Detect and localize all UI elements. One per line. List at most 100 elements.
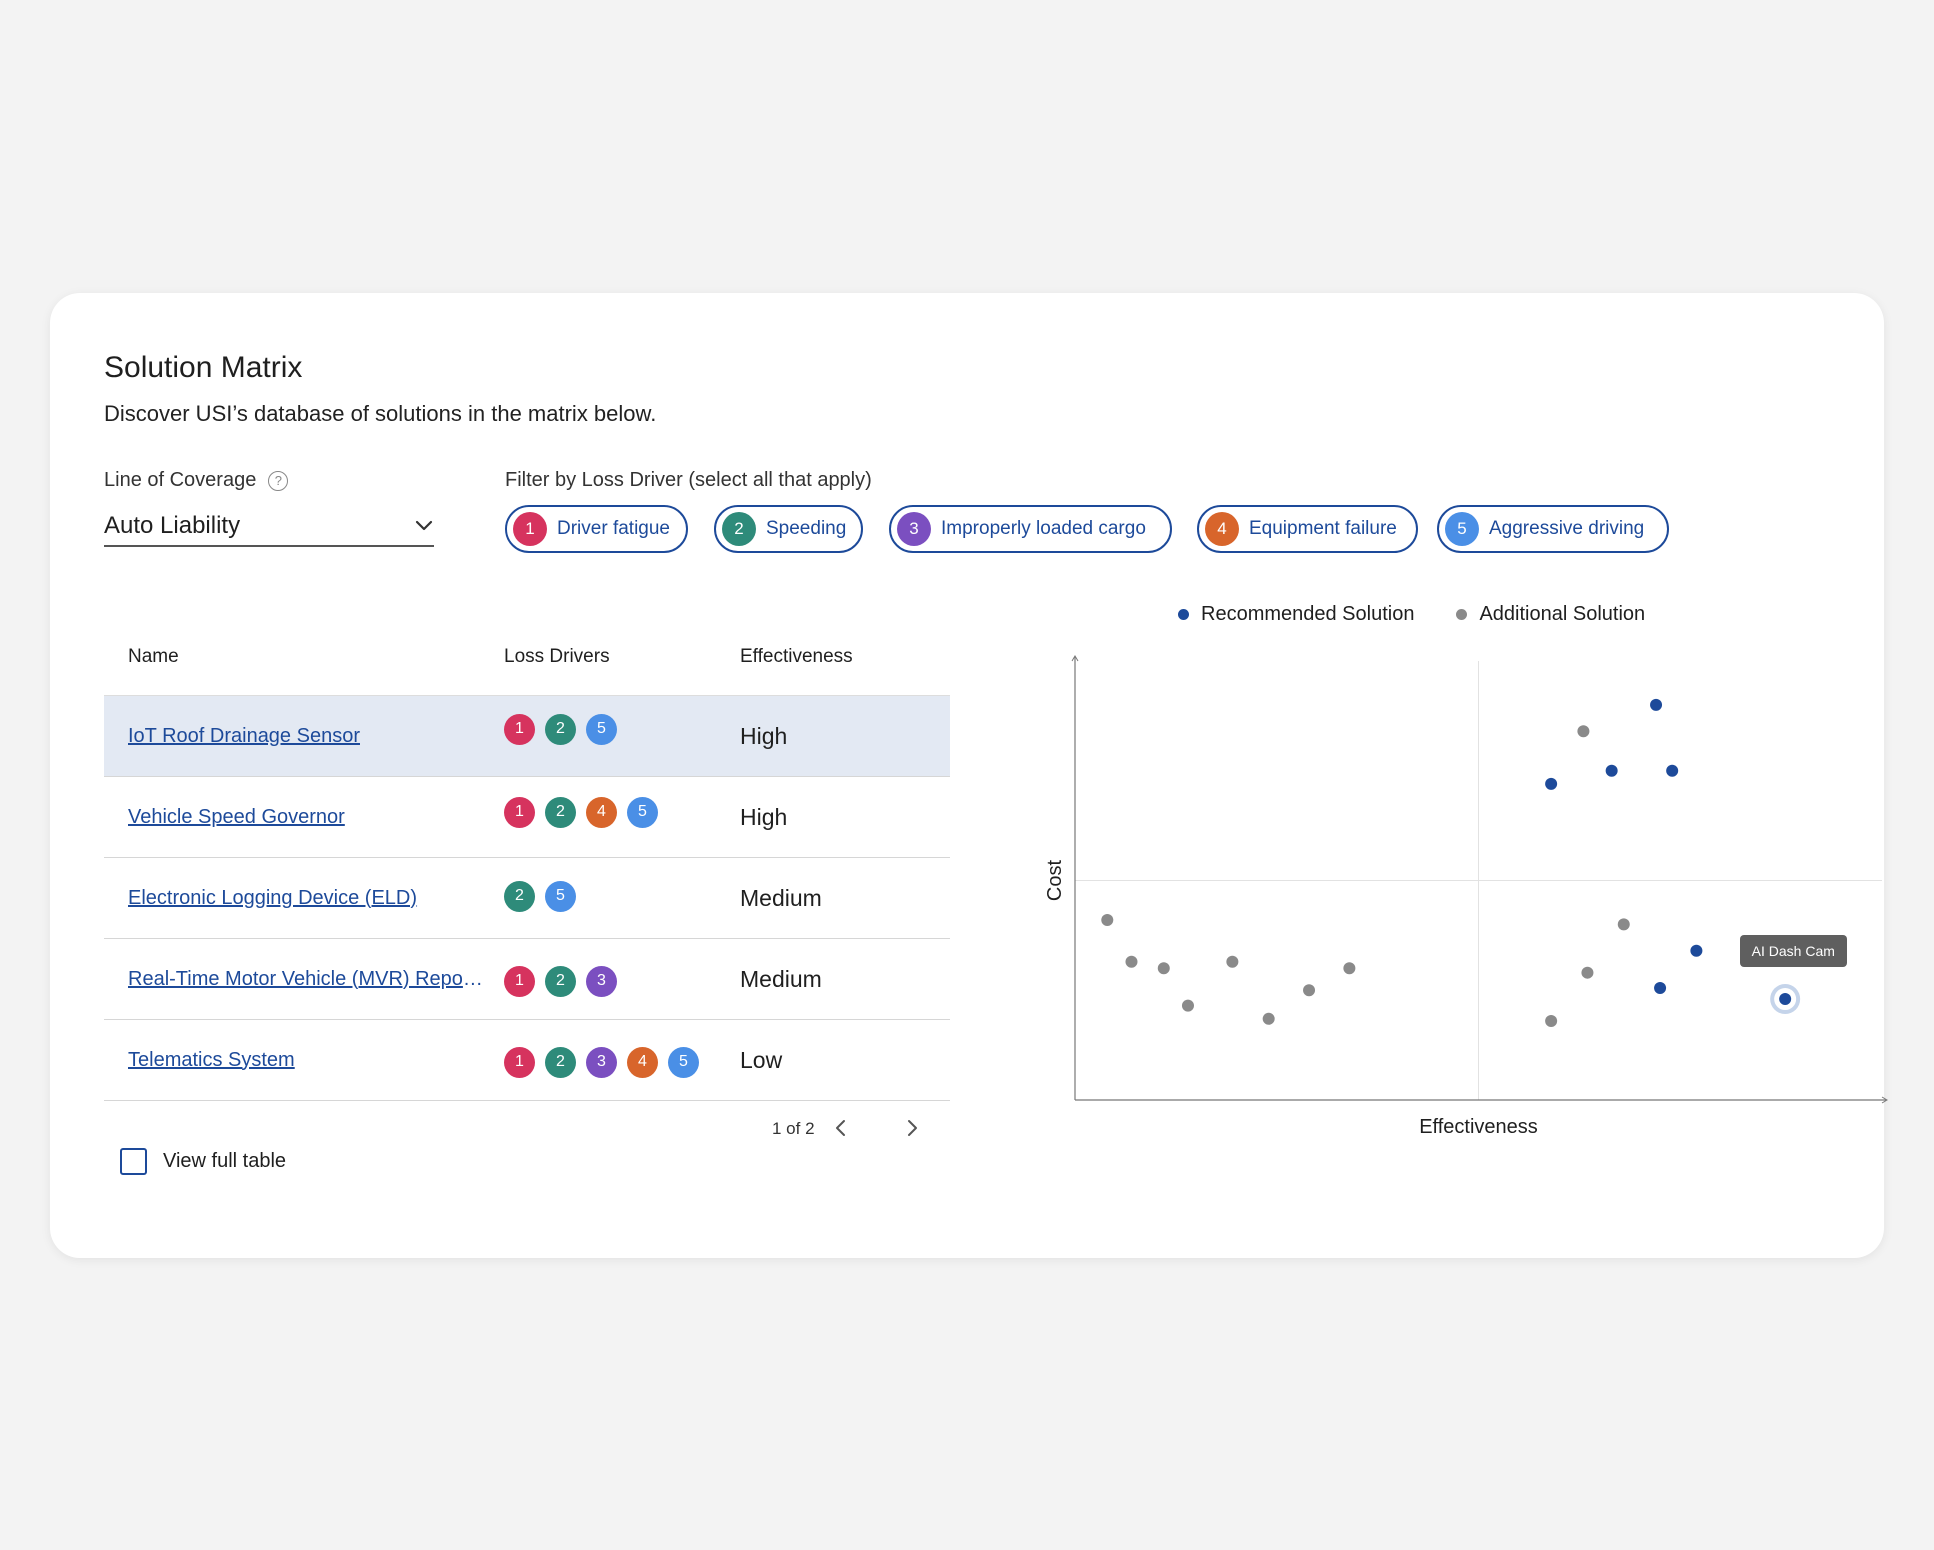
point-tooltip: AI Dash Cam bbox=[1739, 935, 1847, 968]
chip-aggressive-driving[interactable]: 5 Aggressive driving bbox=[1437, 505, 1669, 553]
chip-label: Equipment failure bbox=[1249, 518, 1397, 539]
additional-point bbox=[1101, 914, 1114, 927]
effectiveness-value: Medium bbox=[740, 965, 822, 992]
loss-driver-badge: 3 bbox=[586, 1046, 617, 1078]
additional-point bbox=[1157, 962, 1170, 975]
view-full-table-toggle[interactable]: View full table bbox=[120, 1148, 286, 1175]
loss-driver-badge: 2 bbox=[545, 796, 576, 828]
solution-name-link[interactable]: IoT Roof Drainage Sensor bbox=[104, 725, 504, 748]
solution-scatter-plot: Effectiveness Cost AI Dash Cam bbox=[990, 653, 1890, 1173]
legend-label-recommended: Recommended Solution bbox=[1201, 603, 1415, 625]
scatter-svg: Effectiveness Cost bbox=[1044, 655, 1888, 1138]
legend-label-additional: Additional Solution bbox=[1479, 603, 1646, 625]
loss-driver-badge: 4 bbox=[586, 796, 617, 828]
additional-point bbox=[1303, 984, 1316, 997]
loss-driver-badges: 1245 bbox=[504, 796, 740, 828]
table-row[interactable]: Telematics System 1 2 3 4 5 Low bbox=[104, 1020, 950, 1101]
y-axis-label: Cost bbox=[1044, 859, 1066, 901]
table-row[interactable]: Electronic Logging Device (ELD) 2 5 Medium bbox=[104, 858, 950, 939]
chip-number: 2 bbox=[722, 512, 756, 546]
loss-driver-badge: 1 bbox=[504, 796, 535, 828]
loss-driver-badges: 12345 bbox=[504, 1046, 740, 1078]
chip-speeding[interactable]: 2 Speeding bbox=[714, 505, 863, 553]
page-subtitle: Discover USI’s database of solutions in … bbox=[104, 401, 657, 426]
chip-improperly-loaded-cargo[interactable]: 3 Improperly loaded cargo bbox=[889, 505, 1172, 553]
additional-point bbox=[1181, 999, 1194, 1012]
help-icon[interactable]: ? bbox=[268, 470, 289, 491]
legend-dot-recommended bbox=[1178, 609, 1189, 620]
additional-point bbox=[1226, 955, 1239, 968]
coverage-label-text: Line of Coverage bbox=[104, 469, 257, 491]
view-full-table-checkbox[interactable] bbox=[120, 1148, 147, 1175]
chip-number: 1 bbox=[513, 512, 547, 546]
filter-label: Filter by Loss Driver (select all that a… bbox=[505, 469, 872, 491]
effectiveness-value: Medium bbox=[740, 884, 822, 911]
loss-driver-badges: 123 bbox=[504, 965, 740, 997]
loss-driver-badges: 25 bbox=[504, 880, 740, 912]
recommended-point bbox=[1779, 993, 1792, 1006]
solution-name-link[interactable]: Real-Time Motor Vehicle (MVR) Report... bbox=[104, 968, 504, 991]
recommended-point bbox=[1545, 777, 1558, 790]
legend-recommended: Recommended Solution bbox=[1178, 603, 1414, 626]
loss-driver-badge: 5 bbox=[668, 1046, 699, 1078]
loss-driver-badge: 2 bbox=[545, 965, 576, 997]
loss-driver-badge: 2 bbox=[504, 880, 535, 912]
effectiveness-value: High bbox=[740, 803, 788, 830]
chart-legend: Recommended Solution Additional Solution bbox=[1178, 603, 1645, 626]
loss-driver-badge: 2 bbox=[545, 1046, 576, 1078]
table-row[interactable]: Real-Time Motor Vehicle (MVR) Report... 1… bbox=[104, 939, 950, 1020]
additional-point bbox=[1125, 955, 1138, 968]
chip-equipment-failure[interactable]: 4 Equipment failure bbox=[1197, 505, 1418, 553]
chip-label: Driver fatigue bbox=[557, 518, 670, 539]
chip-driver-fatigue[interactable]: 1 Driver fatigue bbox=[505, 505, 688, 553]
coverage-select[interactable]: Auto Liability bbox=[104, 507, 434, 547]
loss-driver-badge: 3 bbox=[586, 965, 617, 997]
chevron-right-icon[interactable] bbox=[895, 1111, 929, 1145]
recommended-point bbox=[1690, 944, 1703, 957]
loss-driver-badge: 5 bbox=[545, 880, 576, 912]
loss-driver-badge: 4 bbox=[627, 1046, 658, 1078]
effectiveness-value: Low bbox=[740, 1046, 783, 1073]
loss-driver-badge: 2 bbox=[545, 713, 576, 745]
table-row[interactable]: IoT Roof Drainage Sensor 1 2 5 High bbox=[104, 696, 950, 777]
legend-additional: Additional Solution bbox=[1456, 603, 1645, 626]
loss-driver-badges: 125 bbox=[504, 713, 740, 745]
chevron-left-icon[interactable] bbox=[824, 1111, 858, 1145]
chip-number: 3 bbox=[897, 512, 931, 546]
recommended-point bbox=[1654, 982, 1667, 995]
coverage-label: Line of Coverage ? bbox=[104, 469, 289, 492]
loss-driver-badge: 5 bbox=[627, 796, 658, 828]
view-full-table-label: View full table bbox=[163, 1150, 287, 1172]
table-body: IoT Roof Drainage Sensor 1 2 5 High Vehicle S… bbox=[104, 696, 950, 1101]
loss-driver-badge: 1 bbox=[504, 965, 535, 997]
chip-number: 5 bbox=[1445, 512, 1479, 546]
column-header-name: Name bbox=[128, 645, 179, 667]
additional-point bbox=[1262, 1012, 1275, 1025]
chip-label: Aggressive driving bbox=[1489, 518, 1645, 539]
effectiveness-value: High bbox=[740, 722, 788, 749]
additional-point bbox=[1545, 1014, 1558, 1027]
column-header-effectiveness: Effectiveness bbox=[740, 645, 853, 667]
loss-driver-badge: 1 bbox=[504, 1046, 535, 1078]
loss-driver-badge: 5 bbox=[586, 713, 617, 745]
table-header: Name Loss Drivers Effectiveness bbox=[104, 618, 950, 696]
pagination-label: 1 of 2 bbox=[772, 1119, 815, 1138]
loss-driver-badge: 1 bbox=[504, 713, 535, 745]
recommended-point bbox=[1666, 764, 1679, 777]
table-row[interactable]: Vehicle Speed Governor 1 2 4 5 High bbox=[104, 777, 950, 858]
solution-name-link[interactable]: Telematics System bbox=[104, 1049, 504, 1072]
solution-matrix-card: Solution Matrix Discover USI’s database … bbox=[50, 293, 1888, 1258]
column-header-loss-drivers: Loss Drivers bbox=[504, 645, 610, 667]
additional-point bbox=[1577, 725, 1590, 738]
chip-number: 4 bbox=[1205, 512, 1239, 546]
recommended-point bbox=[1605, 764, 1618, 777]
additional-point bbox=[1343, 962, 1356, 975]
solution-name-link[interactable]: Electronic Logging Device (ELD) bbox=[104, 887, 504, 910]
chip-label: Speeding bbox=[766, 518, 847, 539]
solution-name-link[interactable]: Vehicle Speed Governor bbox=[104, 806, 504, 829]
chevron-down-icon bbox=[415, 520, 433, 531]
page-title: Solution Matrix bbox=[104, 351, 303, 384]
chip-label: Improperly loaded cargo bbox=[941, 518, 1146, 539]
recommended-point bbox=[1650, 698, 1663, 711]
coverage-select-value: Auto Liability bbox=[104, 512, 241, 539]
